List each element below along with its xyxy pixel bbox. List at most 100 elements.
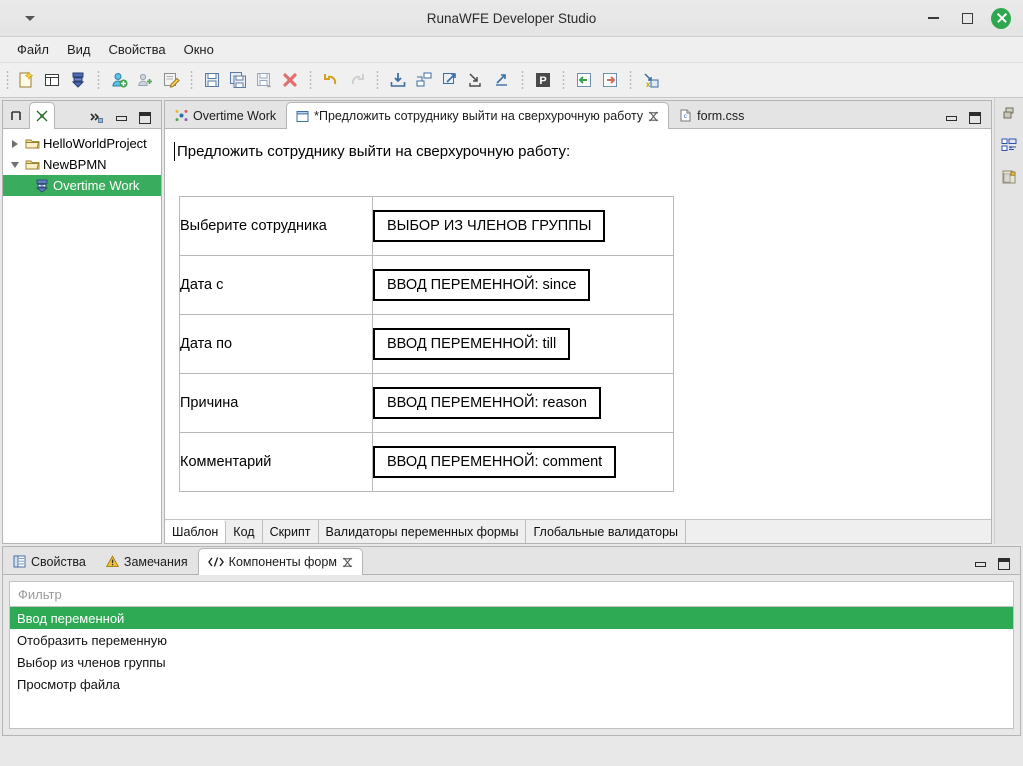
editor-tab-form-css[interactable]: c form.css — [669, 102, 755, 128]
save-all-button[interactable] — [225, 67, 251, 93]
list-item-file-view[interactable]: Просмотр файла — [10, 673, 1013, 695]
new-perspective-button[interactable] — [39, 67, 65, 93]
editor-maximize-button[interactable] — [969, 112, 981, 124]
delete-button[interactable] — [277, 67, 303, 93]
form-row-label: Дата с — [179, 255, 373, 315]
tree-node-newbpmn[interactable]: NewBPMN — [3, 154, 161, 175]
editor-tab-global-validators[interactable]: Глобальные валидаторы — [526, 520, 687, 543]
restore-perspective-button[interactable] — [998, 102, 1020, 124]
workbench: HelloWorldProject NewBPMN Overtime Work … — [0, 98, 1023, 544]
editor-tab-code[interactable]: Код — [226, 520, 263, 543]
form-row-control: ВЫБОР ИЗ ЧЛЕНОВ ГРУППЫ — [372, 196, 674, 256]
css-file-icon: c — [680, 109, 691, 122]
menu-item-window[interactable]: Окно — [175, 40, 223, 59]
editor-minimize-button[interactable] — [946, 115, 957, 121]
save-as-icon — [257, 73, 271, 88]
form-row: Причина ВВОД ПЕРЕМЕННОЙ: reason — [179, 373, 674, 433]
form-widget-input-reason[interactable]: ВВОД ПЕРЕМЕННОЙ: reason — [373, 387, 601, 419]
form-row-label: Причина — [179, 373, 373, 433]
form-widget-input-comment[interactable]: ВВОД ПЕРЕМЕННОЙ: comment — [373, 446, 617, 478]
export-par-button[interactable] — [489, 67, 515, 93]
view-maximize-button[interactable] — [139, 112, 151, 124]
outline-view-button[interactable] — [998, 134, 1020, 156]
add-user-icon — [138, 73, 152, 86]
window-minimize-button[interactable] — [923, 8, 943, 28]
form-canvas[interactable]: Предложить сотруднику выйти на сверхуроч… — [165, 129, 991, 519]
toolbar-separator — [97, 70, 100, 90]
process-diagram-icon — [175, 109, 188, 122]
form-components-list[interactable]: Ввод переменной Отобразить переменную Вы… — [9, 607, 1014, 729]
window-maximize-button[interactable] — [957, 8, 977, 28]
back-button[interactable] — [571, 67, 597, 93]
menu-item-properties[interactable]: Свойства — [100, 40, 175, 59]
save-as-button[interactable] — [251, 67, 277, 93]
collapse-arrow-down-icon[interactable] — [7, 161, 23, 168]
bottom-tab-properties[interactable]: Свойства — [3, 548, 96, 574]
bottom-minimize-button[interactable] — [975, 561, 986, 567]
new-process-button[interactable] — [65, 67, 91, 93]
window-close-button[interactable] — [991, 7, 1011, 29]
editor-tab-script[interactable]: Скрипт — [262, 520, 319, 543]
editor-body: Предложить сотруднику выйти на сверхуроч… — [165, 129, 991, 543]
editor-tab-overtime-work[interactable]: Overtime Work — [165, 102, 287, 128]
project-tree[interactable]: HelloWorldProject NewBPMN Overtime Work — [3, 129, 161, 543]
maximize-icon — [998, 558, 1010, 570]
editor-tab-label: Overtime Work — [193, 108, 277, 123]
close-icon[interactable] — [342, 557, 353, 568]
view-minimize-button[interactable] — [116, 115, 127, 121]
edit-properties-button[interactable] — [158, 67, 184, 93]
toolbar-separator — [376, 70, 379, 90]
svg-text:c: c — [684, 114, 687, 120]
list-item-display-variable[interactable]: Отобразить переменную — [10, 629, 1013, 651]
expand-arrow-right-icon[interactable] — [7, 139, 23, 148]
window-title: RunaWFE Developer Studio — [426, 10, 597, 26]
tab-projects[interactable] — [3, 102, 29, 128]
toolbar-grip[interactable] — [6, 70, 9, 90]
filter-input[interactable]: Фильтр — [9, 581, 1014, 607]
form-widget-input-since[interactable]: ВВОД ПЕРЕМЕННОЙ: since — [373, 269, 591, 301]
editor-tab-form[interactable]: *Предложить сотруднику выйти на сверхуро… — [286, 102, 670, 129]
add-user-button[interactable] — [132, 67, 158, 93]
navigator-icon — [36, 110, 48, 122]
tree-node-helloworldproject[interactable]: HelloWorldProject — [3, 133, 161, 154]
add-users-button[interactable] — [106, 67, 132, 93]
undo-button[interactable] — [318, 67, 344, 93]
form-widget-group-member-select[interactable]: ВЫБОР ИЗ ЧЛЕНОВ ГРУППЫ — [373, 210, 606, 242]
forward-button[interactable] — [597, 67, 623, 93]
xp-export-button[interactable]: x — [638, 67, 664, 93]
form-row-label: Выберите сотрудника — [179, 196, 373, 256]
list-item-variable-input[interactable]: Ввод переменной — [10, 607, 1013, 629]
bottom-tab-label: Компоненты форм — [228, 555, 337, 569]
menu-item-view[interactable]: Вид — [58, 40, 100, 59]
close-icon[interactable] — [648, 111, 659, 122]
process-p-button[interactable]: P — [530, 67, 556, 93]
editor-tab-form-variable-validators[interactable]: Валидаторы переменных формы — [318, 520, 527, 543]
bottom-tab-problems[interactable]: Замечания — [95, 548, 198, 574]
export-button[interactable] — [437, 67, 463, 93]
form-widget-input-till[interactable]: ВВОД ПЕРЕМЕННОЙ: till — [373, 328, 571, 360]
save-button[interactable] — [199, 67, 225, 93]
view-menu-button[interactable] — [90, 112, 104, 124]
form-row: Комментарий ВВОД ПЕРЕМЕННОЙ: comment — [179, 432, 674, 492]
tab-navigator[interactable] — [29, 102, 55, 129]
bottom-view-folder: Свойства Замечания Компоненты форм Фильт… — [2, 546, 1021, 736]
deploy-button[interactable] — [411, 67, 437, 93]
tree-node-overtime-work[interactable]: Overtime Work — [3, 175, 161, 196]
edit-properties-icon — [164, 73, 180, 88]
import-button[interactable] — [385, 67, 411, 93]
toolbar-separator — [309, 70, 312, 90]
import-par-button[interactable] — [463, 67, 489, 93]
editor-tab-template[interactable]: Шаблон — [165, 520, 227, 543]
new-file-button[interactable] — [13, 67, 39, 93]
toolbar-separator — [562, 70, 565, 90]
redo-button[interactable] — [344, 67, 370, 93]
bottom-maximize-button[interactable] — [998, 558, 1010, 570]
window-menu-button[interactable] — [0, 15, 60, 21]
bottom-tab-form-components[interactable]: Компоненты форм — [197, 548, 363, 575]
menu-bar: Файл Вид Свойства Окно — [0, 37, 1023, 63]
editor-bottom-tabs: Шаблон Код Скрипт Валидаторы переменных … — [165, 519, 991, 543]
menu-item-file[interactable]: Файл — [8, 40, 58, 59]
list-item-group-member-select[interactable]: Выбор из членов группы — [10, 651, 1013, 673]
properties-view-button[interactable] — [998, 166, 1020, 188]
svg-text:x: x — [646, 80, 651, 89]
